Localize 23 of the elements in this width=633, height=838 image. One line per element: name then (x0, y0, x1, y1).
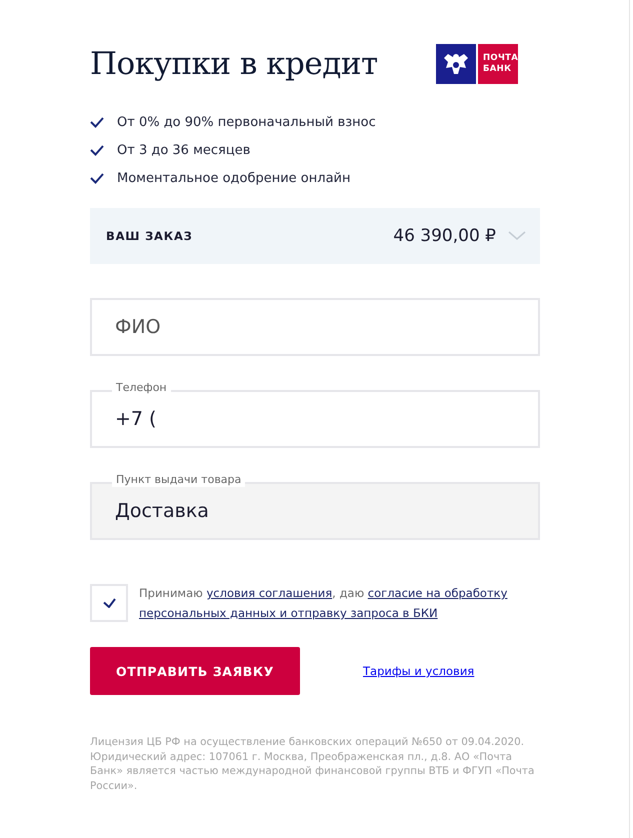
check-icon (90, 116, 104, 128)
benefit-text: От 3 до 36 месяцев (117, 142, 250, 158)
order-label: ВАШ ЗАКАЗ (106, 229, 194, 243)
bank-logo: ПОЧТА БАНК (478, 44, 518, 84)
consent-link[interactable]: согласие на обработку (368, 586, 508, 600)
tariffs-link[interactable]: Тарифы и условия (363, 664, 474, 678)
order-amount: 46 390,00 ₽ (393, 226, 496, 246)
submit-button[interactable]: ОТПРАВИТЬ ЗАЯВКУ (90, 647, 300, 695)
benefit-text: Моментальное одобрение онлайн (117, 170, 350, 186)
consent-text: Принимаю условия соглашения, даю согласие на обработку персональных данных и отправку запроса в БКИ (139, 585, 508, 622)
consent-link[interactable]: персональных данных и отправку запроса в БКИ (139, 606, 438, 620)
legal-text: Лицензия ЦБ РФ на осуществление банковских операций №650 от 09.04.2020. Юридический адрес: 107061 г. Москва, Преображенская пл., д.8. АО «Почта Банк» является частью международной финансовой группы ВТБ и ФГУП «Почта России». (90, 735, 536, 793)
check-icon (102, 598, 116, 608)
page-title: Покупки в кредит (90, 46, 378, 82)
consent-checkbox[interactable] (90, 584, 128, 622)
consent-link[interactable]: условия соглашения (206, 586, 332, 600)
check-icon (90, 172, 104, 184)
benefit-text: От 0% до 90% первоначальный взнос (117, 114, 376, 130)
field-label: Пункт выдачи товара (112, 473, 246, 487)
order-summary[interactable]: ВАШ ЗАКАЗ 46 390,00 ₽ (90, 208, 540, 264)
input-field[interactable]: ФИО (90, 298, 540, 356)
field-label: Телефон (112, 381, 171, 395)
check-icon (90, 144, 104, 156)
